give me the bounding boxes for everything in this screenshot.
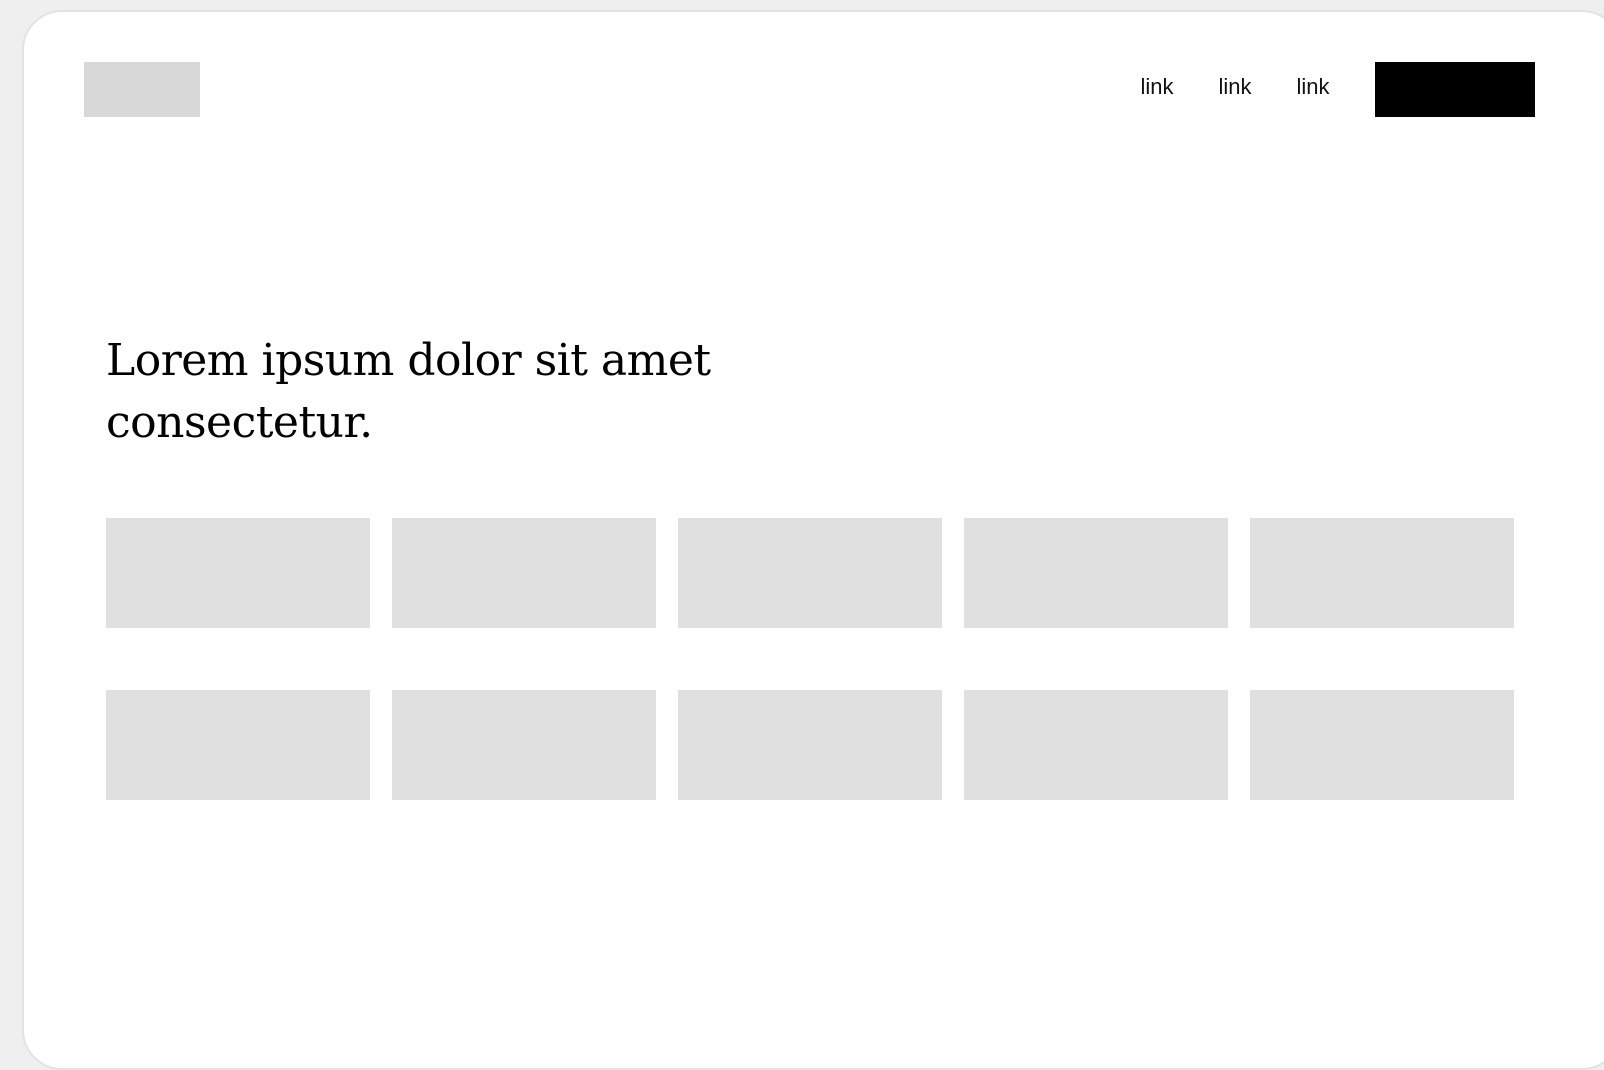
hero-headline: Lorem ipsum dolor sit amet consectetur. [106,335,711,448]
top-nav: link link link [1118,74,1352,100]
logo-placeholder[interactable] [84,62,200,117]
cta-button[interactable] [1375,62,1535,117]
card-placeholder[interactable] [1250,690,1514,800]
card-placeholder[interactable] [1250,518,1514,628]
browser-frame: link link link Lorem ipsum dolor sit ame… [22,10,1604,1070]
nav-link-1[interactable]: link [1118,74,1196,100]
card-placeholder[interactable] [964,690,1228,800]
nav-link-3[interactable]: link [1274,74,1352,100]
card-placeholder[interactable] [106,518,370,628]
card-grid [106,518,1514,800]
card-placeholder[interactable] [392,690,656,800]
card-placeholder[interactable] [678,518,942,628]
card-placeholder[interactable] [392,518,656,628]
card-placeholder[interactable] [106,690,370,800]
nav-link-2[interactable]: link [1196,74,1274,100]
card-placeholder[interactable] [678,690,942,800]
card-placeholder[interactable] [964,518,1228,628]
